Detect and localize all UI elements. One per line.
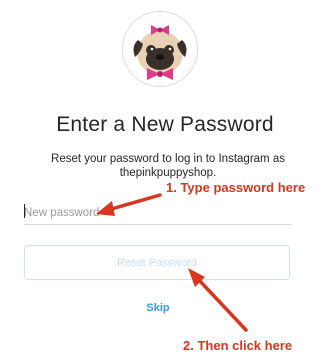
- red-arrow-icon: [96, 193, 162, 216]
- annotation-arrows: [96, 193, 248, 332]
- red-arrow-icon: [188, 268, 248, 332]
